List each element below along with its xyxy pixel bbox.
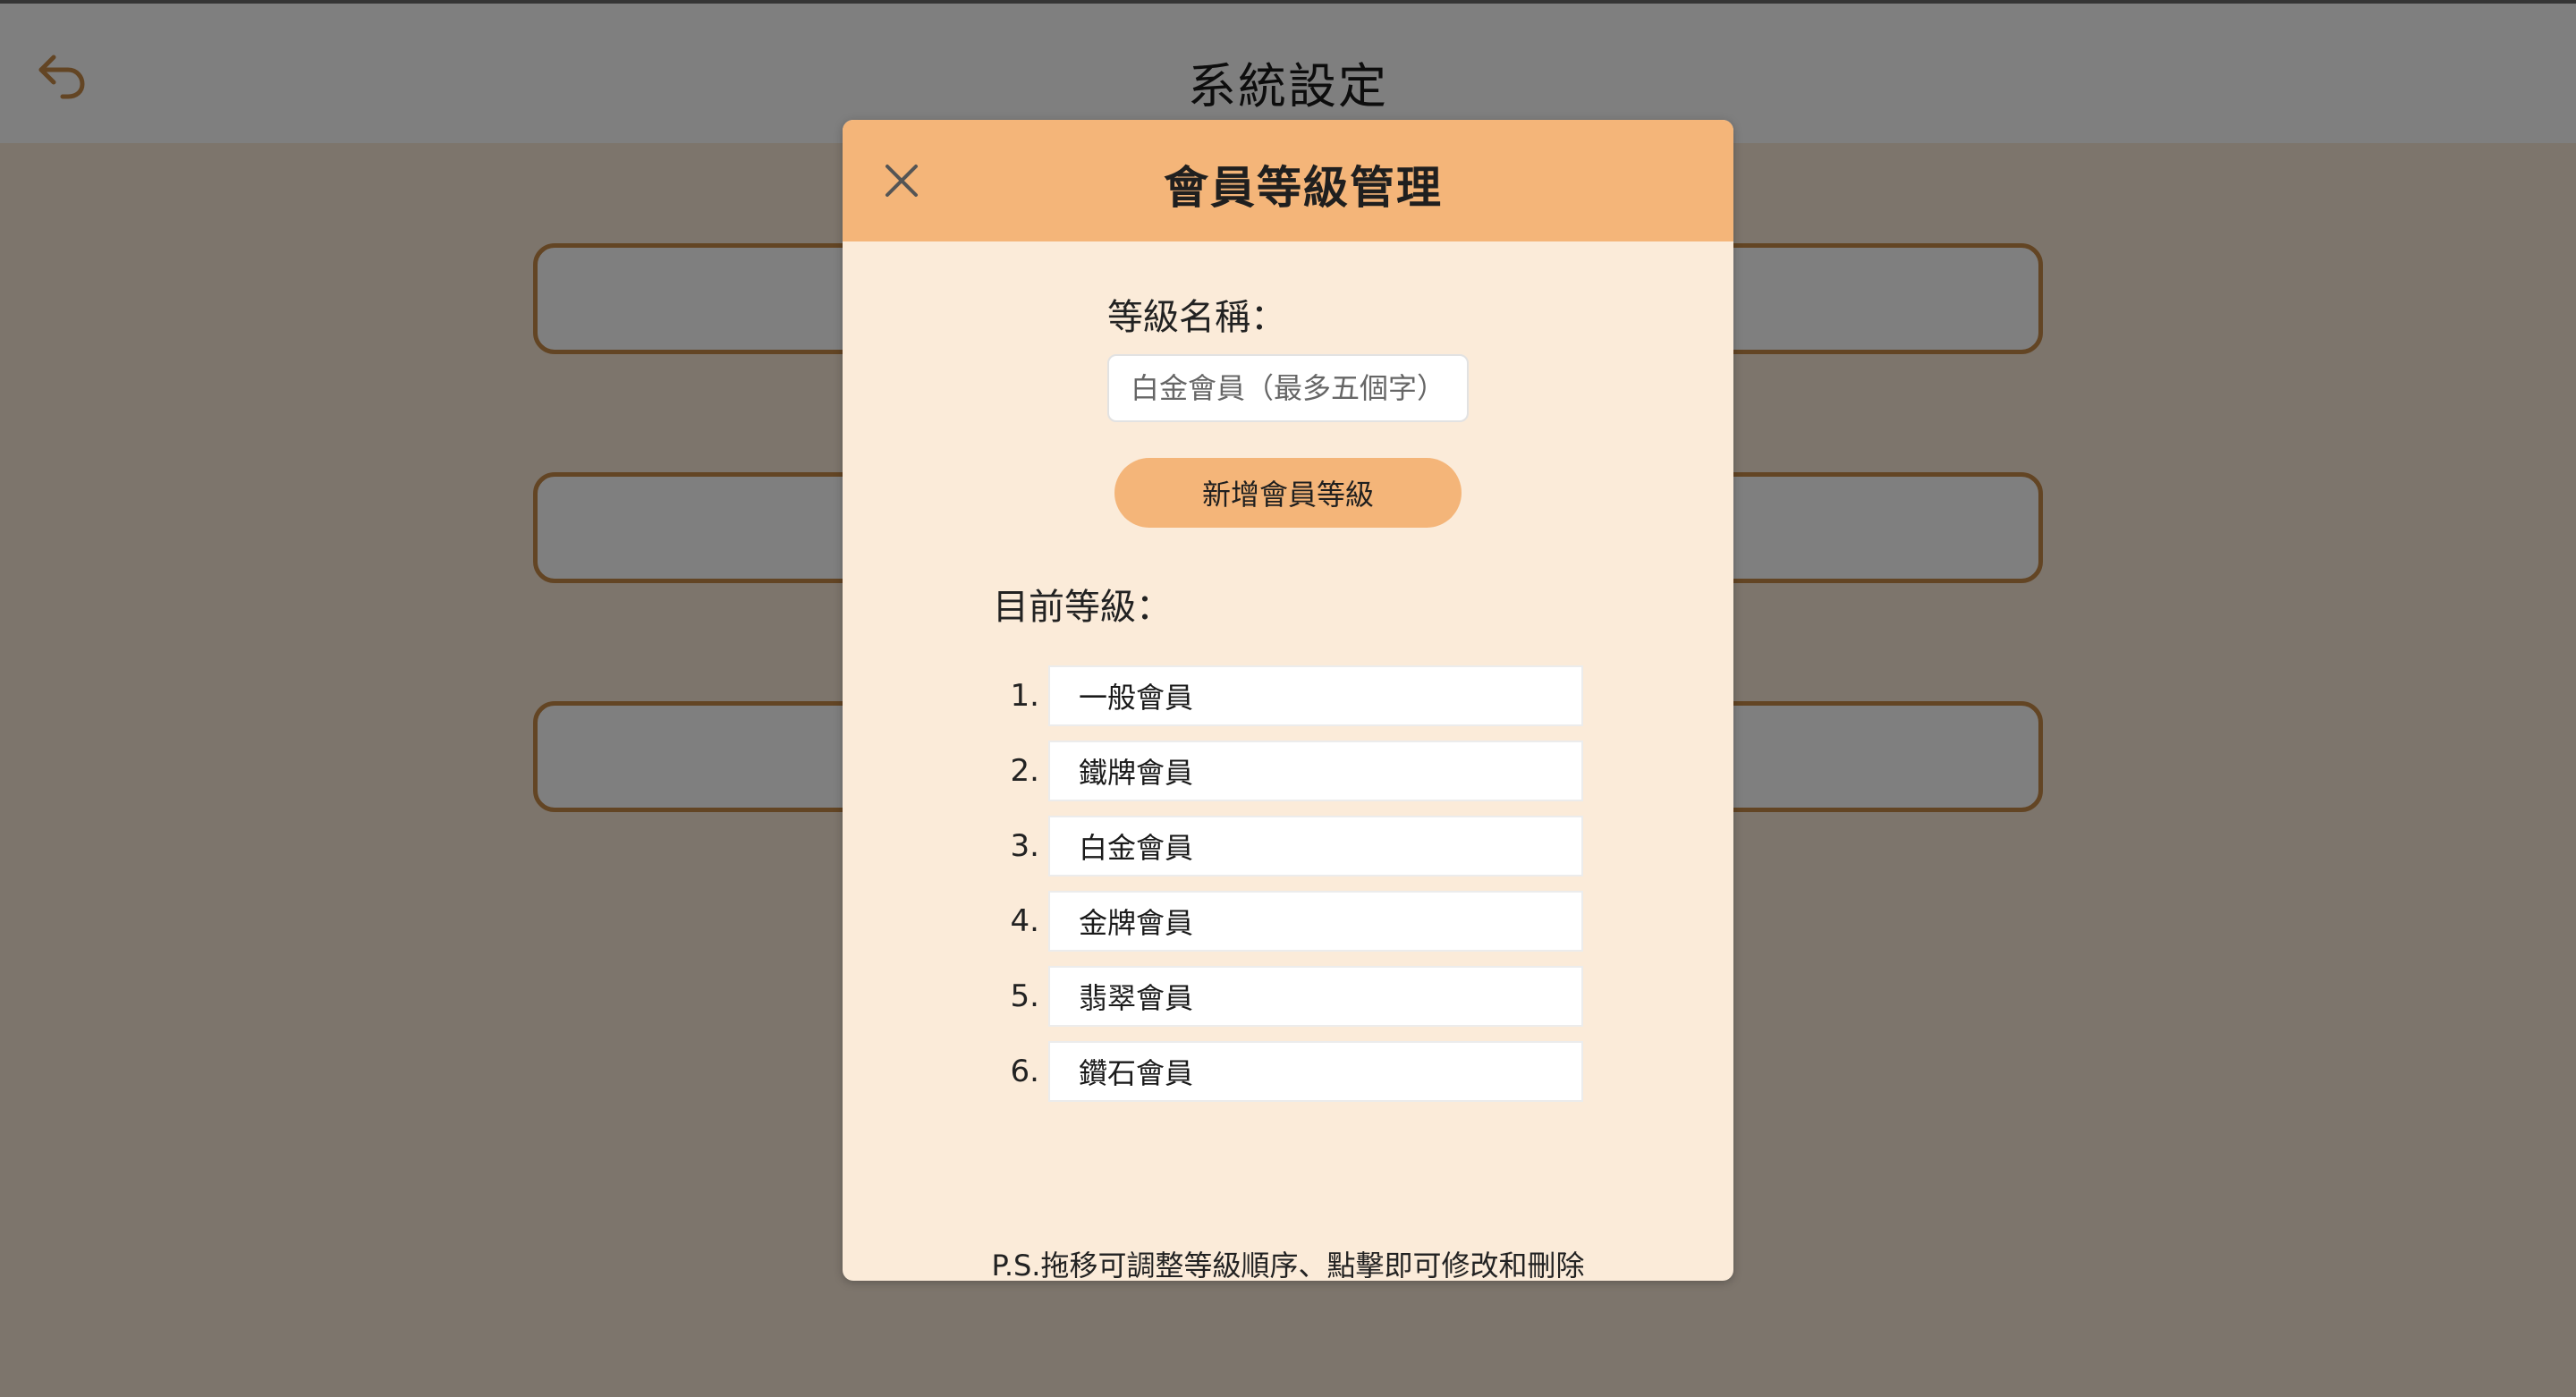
level-number: 1. <box>1010 678 1039 714</box>
modal-title: 會員等級管理 <box>1164 162 1443 214</box>
level-item[interactable]: 鑽石會員 <box>1048 1041 1583 1102</box>
level-item[interactable]: 金牌會員 <box>1048 891 1583 952</box>
level-item[interactable]: 鐵牌會員 <box>1048 741 1583 801</box>
level-number: 5. <box>1010 978 1039 1014</box>
level-number: 3. <box>1010 828 1039 864</box>
list-item: 1. 一般會員 <box>993 658 1601 733</box>
level-name-input[interactable] <box>1107 354 1469 422</box>
usage-note: P.S.拖移可調整等級順序、點擊即可修改和刪除 <box>991 1249 1585 1281</box>
system-settings-page: 系統設定 會員等級管理 等級名稱： 新增會員等級 目前等級： 1. 一般會員 2… <box>0 0 2576 1397</box>
level-name-label: 等級名稱： <box>1107 297 1286 338</box>
modal-header: 會員等級管理 <box>843 120 1733 241</box>
list-item: 4. 金牌會員 <box>993 884 1601 959</box>
list-item: 6. 鑽石會員 <box>993 1034 1601 1109</box>
level-number: 6. <box>1010 1054 1039 1089</box>
list-item: 5. 翡翠會員 <box>993 959 1601 1034</box>
level-item[interactable]: 翡翠會員 <box>1048 966 1583 1027</box>
list-item: 3. 白金會員 <box>993 809 1601 884</box>
member-level-modal: 會員等級管理 等級名稱： 新增會員等級 目前等級： 1. 一般會員 2. 鐵牌會… <box>843 120 1733 1281</box>
list-item: 2. 鐵牌會員 <box>993 733 1601 809</box>
level-number: 4. <box>1010 903 1039 939</box>
level-list: 1. 一般會員 2. 鐵牌會員 3. 白金會員 4. 金牌會員 5. 翡翠會員 … <box>993 658 1601 1109</box>
level-item[interactable]: 一般會員 <box>1048 665 1583 726</box>
level-number: 2. <box>1010 753 1039 789</box>
add-level-button[interactable]: 新增會員等級 <box>1114 458 1462 528</box>
current-levels-label: 目前等級： <box>993 587 1172 628</box>
level-item[interactable]: 白金會員 <box>1048 816 1583 876</box>
